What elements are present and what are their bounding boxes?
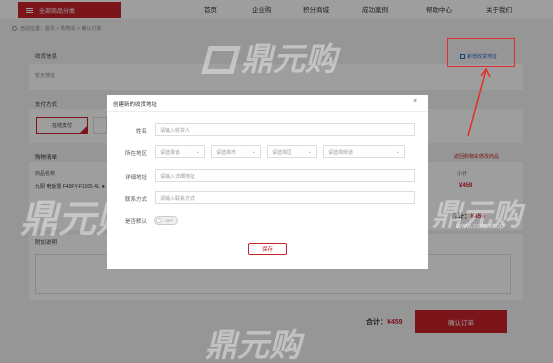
district-select[interactable]: 请选择区 ⌄ [267,145,317,158]
chevron-down-icon: ⌄ [307,149,312,155]
watermark-url: www.ssdy.shop [456,223,504,230]
chevron-down-icon: ⌄ [251,149,256,155]
province-placeholder: 请选择省 [160,150,181,156]
dialog-title: 创建新的收货地址 [113,102,158,108]
annotation-arrow-icon [467,68,491,137]
annotation-highlight-box [447,38,515,67]
name-label: 姓名 [135,129,147,135]
watermark-bottom: 鼎元购 [205,327,302,363]
close-icon[interactable]: × [413,98,417,105]
dialog-divider [107,111,428,112]
name-input[interactable]: 请输入收货人 [155,123,415,136]
default-toggle[interactable]: OFF [154,216,178,225]
city-select[interactable]: 请选择市 ⌄ [211,145,261,158]
district-placeholder: 请选择区 [272,150,293,156]
save-button[interactable]: 保存 [248,243,287,255]
toggle-state-text: OFF [165,218,173,223]
region-label: 所在地区 [124,151,147,157]
toggle-knob [156,218,162,223]
phone-input[interactable]: 请输入联系方式 [155,191,415,204]
chevron-down-icon: ⌄ [195,149,200,155]
street-placeholder: 请选择街道 [328,150,354,156]
phone-label: 联系方式 [124,197,147,203]
watermark-brand-top: 鼎元购 [241,41,338,77]
create-address-dialog: 创建新的收货地址 × 姓名 请输入收货人 所在地区 请选择省 ⌄ 请选择市 ⌄ 请选… [107,95,428,269]
default-label: 是否默认 [124,219,147,225]
province-select[interactable]: 请选择省 ⌄ [155,145,205,158]
street-select[interactable]: 请选择街道 ⌄ [323,145,405,158]
watermark-logo-icon [201,46,241,74]
watermark-top: 鼎元购 [201,34,338,80]
detail-address-label: 详细地址 [124,175,147,181]
city-placeholder: 请选择市 [216,150,237,156]
chevron-down-icon: ⌄ [395,149,400,155]
detail-address-input[interactable]: 请输入详细地址 [155,169,415,182]
